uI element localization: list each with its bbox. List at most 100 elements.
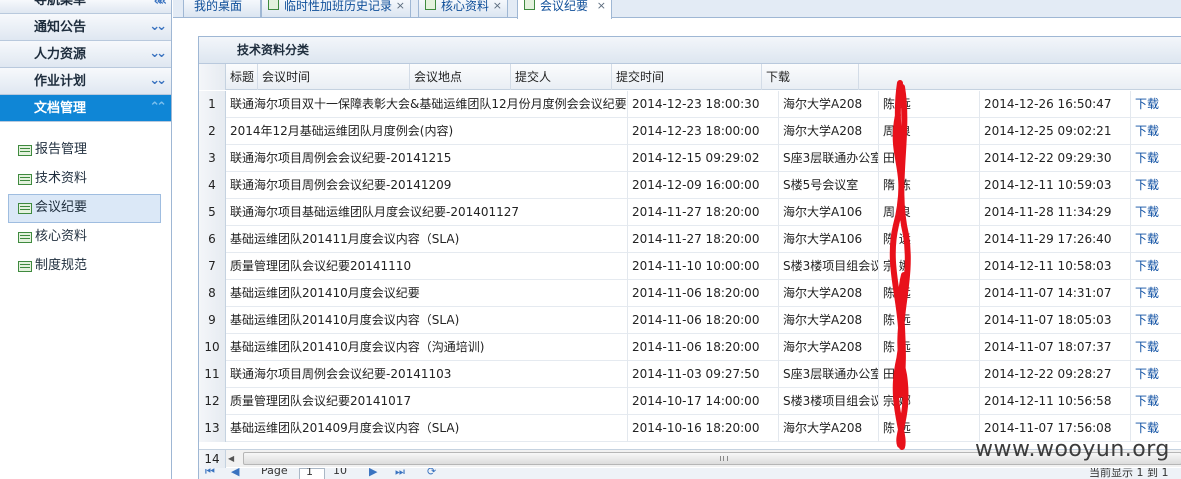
table-row[interactable]: 5 联通海尔项目基础运维团队月度会议纪要-201401127 2014-11-27 …	[199, 199, 1181, 226]
table-row[interactable]: 9 基础运维团队201410月度会议内容（SLA) 2014-11-06 18:20…	[199, 307, 1181, 334]
sidebar-item-core-docs[interactable]: 核心资料	[8, 223, 161, 252]
document-icon	[18, 203, 32, 214]
sidebar-item-label: 核心资料	[35, 229, 88, 244]
panel-title: 技术资料分类	[199, 37, 1181, 64]
prev-page-icon[interactable]: ◀	[231, 468, 239, 478]
cell-submitter: 陈 远	[879, 91, 980, 118]
first-page-icon[interactable]: ⏮	[205, 468, 215, 479]
cell-title: 基础运维团队201410月度会议内容（沟通培训)	[226, 334, 628, 361]
column-header-submitter[interactable]: 提交人	[511, 64, 612, 90]
download-link[interactable]: 下载	[1135, 232, 1159, 246]
tab-core-docs[interactable]: 核心资料 ×	[418, 0, 508, 18]
cell-submitter: 陈 远	[879, 334, 980, 361]
table-row[interactable]: 6 基础运维团队201411月度会议内容（SLA) 2014-11-27 18:20…	[199, 226, 1181, 253]
cell-download: 下载	[1131, 145, 1181, 172]
tab-label: 核心资料	[441, 0, 490, 13]
tab-overtime-history[interactable]: 临时性加班历史记录 ×	[261, 0, 411, 18]
table-row[interactable]: 11 联通海尔项目周例会会议纪要-20141103 2014-11-03 09:27…	[199, 361, 1181, 388]
cell-submit-time: 2014-12-22 09:28:27	[980, 361, 1131, 388]
cell-submit-time: 2014-11-07 18:07:37	[980, 334, 1131, 361]
refresh-icon[interactable]: ⟳	[427, 468, 436, 478]
document-icon	[18, 145, 32, 156]
table-row[interactable]: 4 联通海尔项目周例会会议纪要-20141209 2014-12-09 16:00:…	[199, 172, 1181, 199]
download-link[interactable]: 下载	[1135, 97, 1159, 111]
download-link[interactable]: 下载	[1135, 259, 1159, 273]
double-chevron-down-icon[interactable]: ⌄⌄	[149, 41, 167, 66]
cell-submit-time: 2014-11-07 18:05:03	[980, 307, 1131, 334]
table-row[interactable]: 3 联通海尔项目周例会会议纪要-20141215 2014-12-15 09:29:…	[199, 145, 1181, 172]
cell-submitter: 周 良	[879, 199, 980, 226]
page-input[interactable]: 1	[299, 468, 325, 479]
last-page-icon[interactable]: ⏭	[395, 468, 405, 479]
cell-title: 联通海尔项目周例会会议纪要-20141209	[226, 172, 628, 199]
row-number: 12	[199, 388, 226, 415]
cell-meeting-time: 2014-12-23 18:00:30	[628, 91, 779, 118]
cell-meeting-time: 2014-11-03 09:27:50	[628, 361, 779, 388]
column-header-meeting-time[interactable]: 会议时间	[258, 64, 410, 90]
double-chevron-up-icon[interactable]: « «	[154, 0, 167, 8]
accordion-hr[interactable]: 人力资源 ⌄⌄	[0, 41, 171, 68]
document-icon	[268, 0, 279, 10]
table-row[interactable]: 12 质量管理团队会议纪要20141017 2014-10-17 14:00:00 S…	[199, 388, 1181, 415]
tab-meeting-minutes[interactable]: 会议纪要 ×	[517, 0, 612, 19]
table-row[interactable]: 2 2014年12月基础运维团队月度例会(内容) 2014-12-23 18:00:…	[199, 118, 1181, 145]
download-link[interactable]: 下载	[1135, 421, 1159, 435]
column-header-download[interactable]: 下载	[762, 64, 859, 90]
double-chevron-up-icon[interactable]: ⌃⌃	[149, 95, 167, 120]
close-icon[interactable]: ×	[396, 0, 405, 12]
download-link[interactable]: 下载	[1135, 151, 1159, 165]
download-link[interactable]: 下载	[1135, 394, 1159, 408]
document-icon	[18, 174, 32, 185]
cell-title: 基础运维团队201411月度会议内容（SLA)	[226, 226, 628, 253]
cell-submitter: 宗 娜	[879, 253, 980, 280]
cell-location: 海尔大学A208	[779, 118, 879, 145]
tab-my-desktop[interactable]: 我的桌面	[183, 0, 261, 18]
close-icon[interactable]: ×	[597, 0, 606, 12]
pager-status: 当前显示 1 到 1	[1089, 468, 1169, 479]
double-chevron-down-icon[interactable]: ⌄⌄	[149, 68, 167, 93]
download-link[interactable]: 下载	[1135, 286, 1159, 300]
document-icon	[425, 0, 436, 10]
sidebar-item-regulations[interactable]: 制度规范	[8, 252, 161, 281]
next-page-icon[interactable]: ▶	[369, 468, 377, 478]
download-link[interactable]: 下载	[1135, 124, 1159, 138]
cell-submit-time: 2014-11-07 14:31:07	[980, 280, 1131, 307]
accordion-nav-menu[interactable]: 导航菜单 « «	[0, 0, 171, 14]
cell-location: 海尔大学A208	[779, 415, 879, 442]
double-chevron-down-icon[interactable]: ⌄⌄	[149, 14, 167, 39]
download-link[interactable]: 下载	[1135, 205, 1159, 219]
scroll-left-arrow-icon[interactable]: ◀	[228, 454, 234, 463]
download-link[interactable]: 下载	[1135, 340, 1159, 354]
sidebar-item-meeting-minutes[interactable]: 会议纪要	[8, 194, 161, 223]
table-row[interactable]: 10 基础运维团队201410月度会议内容（沟通培训) 2014-11-06 18:…	[199, 334, 1181, 361]
download-link[interactable]: 下载	[1135, 367, 1159, 381]
column-header-submit-time[interactable]: 提交时间	[612, 64, 762, 90]
close-icon[interactable]: ×	[493, 0, 502, 12]
download-link[interactable]: 下载	[1135, 313, 1159, 327]
doc-management-items: 报告管理 技术资料 会议纪要 核心资料 制度规范	[0, 122, 171, 281]
column-header-location[interactable]: 会议地点	[410, 64, 511, 90]
table-row[interactable]: 8 基础运维团队201410月度会议纪要 2014-11-06 18:20:00 海尔…	[199, 280, 1181, 307]
row-number-header	[199, 64, 226, 90]
table-row[interactable]: 7 质量管理团队会议纪要20141110 2014-11-10 10:00:00 S楼…	[199, 253, 1181, 280]
row-number: 7	[199, 253, 226, 280]
sidebar-item-label: 制度规范	[35, 258, 88, 273]
accordion-doc-management[interactable]: 文档管理 ⌃⌃	[0, 95, 171, 122]
accordion-notices[interactable]: 通知公告 ⌄⌄	[0, 14, 171, 41]
cell-title: 基础运维团队201410月度会议纪要	[226, 280, 628, 307]
cell-meeting-time: 2014-12-09 16:00:00	[628, 172, 779, 199]
sidebar-item-label: 技术资料	[35, 171, 88, 186]
table-row[interactable]: 1 联通海尔项目双十一保障表彰大会&基础运维团队12月份月度例会会议纪要 2014-…	[199, 91, 1181, 118]
row-number: 10	[199, 334, 226, 361]
download-link[interactable]: 下载	[1135, 178, 1159, 192]
column-header-title[interactable]: 标题	[226, 64, 258, 90]
sidebar-item-tech-docs[interactable]: 技术资料	[8, 165, 161, 194]
row-number: 11	[199, 361, 226, 388]
page-label: Page	[261, 468, 288, 477]
cell-submit-time: 2014-11-29 17:26:40	[980, 226, 1131, 253]
cell-submitter: 陈 远	[879, 280, 980, 307]
watermark: www.wooyun.org	[975, 437, 1170, 462]
accordion-work-plan[interactable]: 作业计划 ⌄⌄	[0, 68, 171, 95]
total-pages: 10	[333, 468, 347, 477]
sidebar-item-reports[interactable]: 报告管理	[8, 136, 161, 165]
